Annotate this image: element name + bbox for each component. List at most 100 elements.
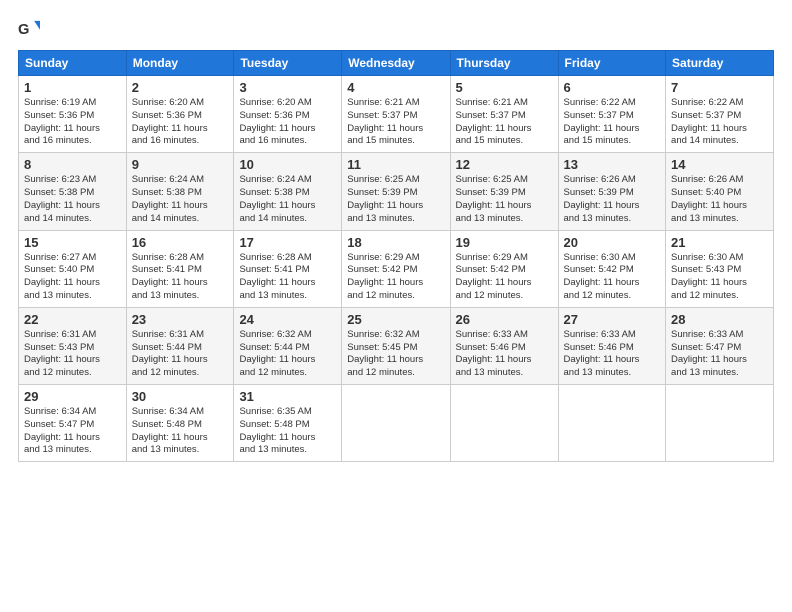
logo: G xyxy=(18,18,44,40)
day-number: 19 xyxy=(456,235,553,250)
day-info: Sunrise: 6:31 AMSunset: 5:44 PMDaylight:… xyxy=(132,329,229,380)
calendar-cell xyxy=(342,385,450,462)
calendar-week-row: 1 Sunrise: 6:19 AMSunset: 5:36 PMDaylight… xyxy=(19,76,774,153)
day-info: Sunrise: 6:31 AMSunset: 5:43 PMDaylight:… xyxy=(24,329,121,380)
calendar-header-friday: Friday xyxy=(558,51,666,76)
header: G xyxy=(18,18,774,40)
calendar-cell: 1 Sunrise: 6:19 AMSunset: 5:36 PMDaylight… xyxy=(19,76,127,153)
day-info: Sunrise: 6:28 AMSunset: 5:41 PMDaylight:… xyxy=(239,252,336,303)
calendar-cell: 19 Sunrise: 6:29 AMSunset: 5:42 PMDayligh… xyxy=(450,230,558,307)
day-number: 31 xyxy=(239,389,336,404)
day-number: 26 xyxy=(456,312,553,327)
calendar-cell: 15 Sunrise: 6:27 AMSunset: 5:40 PMDayligh… xyxy=(19,230,127,307)
day-number: 15 xyxy=(24,235,121,250)
calendar-cell: 16Sunrise: 6:28 AMSunset: 5:41 PMDayligh… xyxy=(126,230,234,307)
day-info: Sunrise: 6:24 AMSunset: 5:38 PMDaylight:… xyxy=(132,174,229,225)
day-number: 17 xyxy=(239,235,336,250)
day-number: 22 xyxy=(24,312,121,327)
day-number: 3 xyxy=(239,80,336,95)
calendar-cell: 22 Sunrise: 6:31 AMSunset: 5:43 PMDayligh… xyxy=(19,307,127,384)
day-info: Sunrise: 6:29 AMSunset: 5:42 PMDaylight:… xyxy=(456,252,553,303)
calendar-week-row: 8Sunrise: 6:23 AMSunset: 5:38 PMDaylight… xyxy=(19,153,774,230)
day-info: Sunrise: 6:33 AMSunset: 5:47 PMDaylight:… xyxy=(671,329,768,380)
day-number: 28 xyxy=(671,312,768,327)
day-info: Sunrise: 6:25 AMSunset: 5:39 PMDaylight:… xyxy=(347,174,444,225)
day-info: Sunrise: 6:24 AMSunset: 5:38 PMDaylight:… xyxy=(239,174,336,225)
calendar-cell: 21 Sunrise: 6:30 AMSunset: 5:43 PMDayligh… xyxy=(666,230,774,307)
calendar-cell: 31 Sunrise: 6:35 AMSunset: 5:48 PMDayligh… xyxy=(234,385,342,462)
day-info: Sunrise: 6:34 AMSunset: 5:48 PMDaylight:… xyxy=(132,406,229,457)
day-info: Sunrise: 6:27 AMSunset: 5:40 PMDaylight:… xyxy=(24,252,121,303)
day-number: 9 xyxy=(132,157,229,172)
calendar-cell: 6 Sunrise: 6:22 AMSunset: 5:37 PMDaylight… xyxy=(558,76,666,153)
calendar-header-monday: Monday xyxy=(126,51,234,76)
calendar-week-row: 22 Sunrise: 6:31 AMSunset: 5:43 PMDayligh… xyxy=(19,307,774,384)
calendar-week-row: 15 Sunrise: 6:27 AMSunset: 5:40 PMDayligh… xyxy=(19,230,774,307)
day-number: 6 xyxy=(564,80,661,95)
day-info: Sunrise: 6:34 AMSunset: 5:47 PMDaylight:… xyxy=(24,406,121,457)
calendar-header-sunday: Sunday xyxy=(19,51,127,76)
day-info: Sunrise: 6:32 AMSunset: 5:45 PMDaylight:… xyxy=(347,329,444,380)
day-info: Sunrise: 6:26 AMSunset: 5:39 PMDaylight:… xyxy=(564,174,661,225)
calendar-cell: 26 Sunrise: 6:33 AMSunset: 5:46 PMDayligh… xyxy=(450,307,558,384)
day-number: 30 xyxy=(132,389,229,404)
calendar-cell: 14 Sunrise: 6:26 AMSunset: 5:40 PMDayligh… xyxy=(666,153,774,230)
calendar-cell xyxy=(558,385,666,462)
calendar-cell: 30 Sunrise: 6:34 AMSunset: 5:48 PMDayligh… xyxy=(126,385,234,462)
day-number: 16 xyxy=(132,235,229,250)
day-info: Sunrise: 6:20 AMSunset: 5:36 PMDaylight:… xyxy=(239,97,336,148)
calendar-cell: 28 Sunrise: 6:33 AMSunset: 5:47 PMDayligh… xyxy=(666,307,774,384)
calendar-cell: 9 Sunrise: 6:24 AMSunset: 5:38 PMDaylight… xyxy=(126,153,234,230)
calendar-cell xyxy=(666,385,774,462)
day-number: 25 xyxy=(347,312,444,327)
day-info: Sunrise: 6:33 AMSunset: 5:46 PMDaylight:… xyxy=(456,329,553,380)
calendar-cell: 17 Sunrise: 6:28 AMSunset: 5:41 PMDayligh… xyxy=(234,230,342,307)
day-info: Sunrise: 6:22 AMSunset: 5:37 PMDaylight:… xyxy=(564,97,661,148)
logo-icon: G xyxy=(18,18,40,40)
calendar-header-saturday: Saturday xyxy=(666,51,774,76)
day-info: Sunrise: 6:21 AMSunset: 5:37 PMDaylight:… xyxy=(347,97,444,148)
calendar-header-wednesday: Wednesday xyxy=(342,51,450,76)
calendar-cell: 25 Sunrise: 6:32 AMSunset: 5:45 PMDayligh… xyxy=(342,307,450,384)
day-info: Sunrise: 6:25 AMSunset: 5:39 PMDaylight:… xyxy=(456,174,553,225)
calendar-cell: 27 Sunrise: 6:33 AMSunset: 5:46 PMDayligh… xyxy=(558,307,666,384)
calendar-cell: 13 Sunrise: 6:26 AMSunset: 5:39 PMDayligh… xyxy=(558,153,666,230)
calendar-cell: 7Sunrise: 6:22 AMSunset: 5:37 PMDaylight… xyxy=(666,76,774,153)
calendar-cell: 29 Sunrise: 6:34 AMSunset: 5:47 PMDayligh… xyxy=(19,385,127,462)
day-number: 23 xyxy=(132,312,229,327)
day-number: 24 xyxy=(239,312,336,327)
day-info: Sunrise: 6:35 AMSunset: 5:48 PMDaylight:… xyxy=(239,406,336,457)
day-info: Sunrise: 6:30 AMSunset: 5:42 PMDaylight:… xyxy=(564,252,661,303)
calendar-cell xyxy=(450,385,558,462)
day-info: Sunrise: 6:29 AMSunset: 5:42 PMDaylight:… xyxy=(347,252,444,303)
day-info: Sunrise: 6:26 AMSunset: 5:40 PMDaylight:… xyxy=(671,174,768,225)
day-number: 29 xyxy=(24,389,121,404)
day-number: 4 xyxy=(347,80,444,95)
logo-area: G xyxy=(18,18,44,40)
calendar-cell: 4 Sunrise: 6:21 AMSunset: 5:37 PMDaylight… xyxy=(342,76,450,153)
calendar-cell: 3 Sunrise: 6:20 AMSunset: 5:36 PMDaylight… xyxy=(234,76,342,153)
day-number: 13 xyxy=(564,157,661,172)
day-info: Sunrise: 6:30 AMSunset: 5:43 PMDaylight:… xyxy=(671,252,768,303)
calendar-header-thursday: Thursday xyxy=(450,51,558,76)
day-info: Sunrise: 6:22 AMSunset: 5:37 PMDaylight:… xyxy=(671,97,768,148)
calendar-header-tuesday: Tuesday xyxy=(234,51,342,76)
day-number: 1 xyxy=(24,80,121,95)
day-info: Sunrise: 6:19 AMSunset: 5:36 PMDaylight:… xyxy=(24,97,121,148)
day-info: Sunrise: 6:33 AMSunset: 5:46 PMDaylight:… xyxy=(564,329,661,380)
day-info: Sunrise: 6:21 AMSunset: 5:37 PMDaylight:… xyxy=(456,97,553,148)
calendar-header-row: SundayMondayTuesdayWednesdayThursdayFrid… xyxy=(19,51,774,76)
day-number: 11 xyxy=(347,157,444,172)
svg-text:G: G xyxy=(18,22,29,38)
day-number: 14 xyxy=(671,157,768,172)
calendar-cell: 18 Sunrise: 6:29 AMSunset: 5:42 PMDayligh… xyxy=(342,230,450,307)
day-number: 27 xyxy=(564,312,661,327)
calendar-cell: 23 Sunrise: 6:31 AMSunset: 5:44 PMDayligh… xyxy=(126,307,234,384)
day-number: 21 xyxy=(671,235,768,250)
calendar-cell: 10 Sunrise: 6:24 AMSunset: 5:38 PMDayligh… xyxy=(234,153,342,230)
calendar-cell: 11 Sunrise: 6:25 AMSunset: 5:39 PMDayligh… xyxy=(342,153,450,230)
day-number: 18 xyxy=(347,235,444,250)
day-number: 10 xyxy=(239,157,336,172)
calendar-cell: 5Sunrise: 6:21 AMSunset: 5:37 PMDaylight… xyxy=(450,76,558,153)
day-info: Sunrise: 6:32 AMSunset: 5:44 PMDaylight:… xyxy=(239,329,336,380)
